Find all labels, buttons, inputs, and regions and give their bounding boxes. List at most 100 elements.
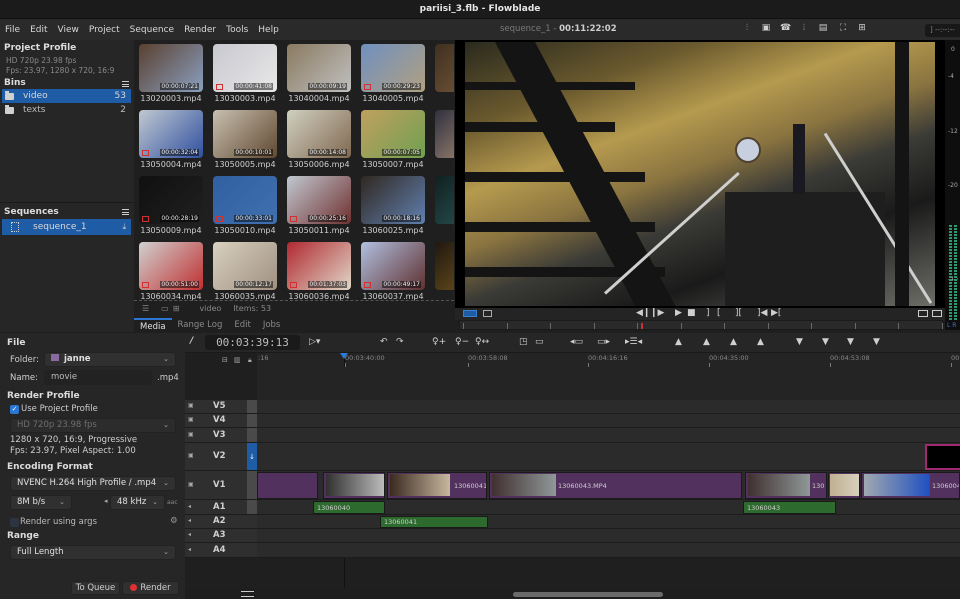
speaker-icon[interactable]: ◂ [188, 546, 191, 553]
media-thumbnail[interactable]: 00:01:37:03 [287, 242, 351, 290]
media-thumbnail[interactable]: 00:00:28:19 [139, 176, 203, 224]
video-clip[interactable] [828, 472, 860, 499]
snap-icon[interactable]: ◳ [519, 337, 528, 347]
video-track-icon[interactable]: ▣ [188, 452, 194, 459]
video-clip[interactable]: 13060044 [861, 472, 960, 499]
track-target[interactable] [247, 400, 257, 413]
audio-clip[interactable]: 13060041 [380, 516, 488, 528]
audio-clip[interactable]: 13060043 [743, 501, 836, 514]
overwrite-icon[interactable]: ▲ [703, 337, 710, 347]
bin-item-video[interactable]: video 53 [2, 89, 131, 103]
go-to-mark-out-icon[interactable]: ▶[ [771, 308, 781, 318]
media-thumbnail[interactable]: 00:00:07:21 [139, 44, 203, 92]
to-queue-button[interactable]: To Queue [71, 581, 120, 595]
speaker-icon[interactable]: ◂ [188, 531, 191, 538]
track-lane-a3[interactable] [257, 529, 960, 543]
menu-help[interactable]: Help [253, 25, 284, 35]
next-frame-icon[interactable]: ❙▶ [650, 308, 664, 318]
timeline-timecode[interactable]: 00:03:39:13 [205, 335, 300, 350]
redo-icon[interactable]: ↷ [396, 337, 404, 347]
track-target[interactable] [247, 515, 257, 528]
menu-file[interactable]: File [0, 25, 25, 35]
track-target[interactable] [247, 500, 257, 514]
clear-marks-icon[interactable]: ][ [735, 308, 742, 318]
timeline-ruler[interactable]: :16 00:03:40:00 00:03:58:08 00:04:16:16 00:0… [257, 353, 960, 367]
track-lane-a2[interactable] [257, 515, 960, 529]
track-target[interactable] [247, 414, 257, 427]
track-header-v3[interactable]: ▣ V3 [185, 428, 257, 443]
tab-media[interactable]: Media [134, 317, 172, 332]
video-track-icon[interactable]: ▣ [188, 402, 194, 409]
media-thumbnail[interactable]: 00:00:09:19 [287, 44, 351, 92]
bins-menu-icon[interactable] [122, 81, 129, 87]
video-track-icon[interactable]: ▣ [188, 481, 194, 488]
add-marker-icon[interactable]: ♀+ [432, 337, 446, 347]
track-header-a4[interactable]: ◂ A4 [185, 543, 257, 558]
fullscreen-icon[interactable]: ⛶ [838, 23, 848, 33]
play-icon[interactable]: ▶ [675, 308, 682, 318]
tab-edit[interactable]: Edit [228, 320, 256, 330]
layout-icon[interactable]: ⊞ [857, 23, 867, 33]
marker-range-icon[interactable]: ♀↔ [475, 337, 489, 347]
mark-in-icon[interactable]: ] [706, 308, 710, 318]
sync-icon[interactable]: ▭ [535, 337, 544, 347]
video-clip[interactable]: 130 [745, 472, 827, 499]
media-thumbnail[interactable]: 00:00:07:05 [361, 110, 425, 158]
track-target[interactable]: ↓ [247, 443, 257, 470]
tab-jobs[interactable]: Jobs [257, 320, 287, 330]
lift-icon[interactable]: ▸☰◂ [625, 337, 642, 347]
range-select[interactable]: Full Length ⌄ [10, 545, 176, 560]
insert-icon[interactable]: ▲ [730, 337, 737, 347]
position-scrubber[interactable] [459, 320, 943, 330]
gear-icon[interactable]: ⚙ [170, 516, 178, 526]
track-target[interactable] [247, 529, 257, 542]
bitrate-select[interactable]: 8M b/s ⌄ [10, 495, 72, 510]
render-button[interactable]: Render [122, 581, 179, 595]
video-clip[interactable]: 13060041 [387, 472, 487, 499]
media-thumbnail[interactable]: 00:00:14:08 [287, 110, 351, 158]
compare-view-icon[interactable] [918, 310, 928, 317]
titler-icon[interactable]: ▣ [761, 23, 771, 33]
media-thumbnail[interactable]: 00:00:49:17 [361, 242, 425, 290]
media-thumbnail[interactable]: 0 [435, 44, 454, 92]
title-clip[interactable] [925, 444, 960, 470]
use-project-profile-checkbox[interactable]: ✓ [10, 405, 19, 414]
video-track-icon[interactable]: ▣ [188, 431, 194, 438]
track-header-a2[interactable]: ◂ A2 [185, 515, 257, 529]
track-target[interactable] [247, 471, 257, 499]
menu-render[interactable]: Render [179, 25, 221, 35]
audio-clip[interactable]: 13060040 [313, 501, 385, 514]
media-thumbnail[interactable]: 00:00:41:08 [213, 44, 277, 92]
media-thumbnail[interactable]: 00:00:51:00 [139, 242, 203, 290]
sample-rate-select[interactable]: 48 kHz ⌄ [110, 495, 165, 510]
menu-view[interactable]: View [53, 25, 84, 35]
menu-project[interactable]: Project [84, 25, 125, 35]
remove-marker-icon[interactable]: ♀− [455, 337, 469, 347]
cut-icon[interactable]: ◂▭ [570, 337, 583, 347]
menu-tools[interactable]: Tools [221, 25, 253, 35]
track-header-a3[interactable]: ◂ A3 [185, 529, 257, 543]
tab-range-log[interactable]: Range Log [172, 320, 229, 330]
edit-mode-icon[interactable]: / [190, 336, 193, 346]
media-thumbnail[interactable]: 00:00:18:16 [361, 176, 425, 224]
resync-icon[interactable]: ▲ [675, 337, 682, 347]
sequence-download-icon[interactable]: ⤓ [122, 222, 126, 232]
media-thumbnail[interactable]: 00:00:29:23 [361, 44, 425, 92]
range-overwrite-icon[interactable]: ▼ [822, 337, 829, 347]
audio-mixer-icon[interactable]: ⫶ [742, 23, 752, 33]
encoding-format-select[interactable]: NVENC H.264 High Profile / .mp4 ⌄ [10, 476, 176, 491]
media-thumbnail[interactable]: 00:00:33:01 [213, 176, 277, 224]
media-menu-icon[interactable]: ☰ [142, 304, 149, 313]
single-view-icon[interactable] [483, 310, 492, 317]
media-thumbnail[interactable]: 00:00:12:17 [213, 242, 277, 290]
track-lane-v2[interactable] [257, 443, 960, 471]
batch-render-icon[interactable]: ☎ [780, 23, 791, 33]
playhead-marker[interactable] [340, 353, 348, 359]
bin-item-texts[interactable]: texts 2 [2, 103, 131, 117]
range-delete-icon[interactable]: ▼ [873, 337, 880, 347]
zoom-handle-icon[interactable] [241, 591, 254, 597]
track-header-v4[interactable]: ▣ V4 [185, 414, 257, 428]
media-thumbnail[interactable]: 00:00:25:16 [287, 176, 351, 224]
trim-view-icon[interactable] [463, 310, 477, 317]
splice-out-icon[interactable]: ▭▸ [597, 337, 610, 347]
